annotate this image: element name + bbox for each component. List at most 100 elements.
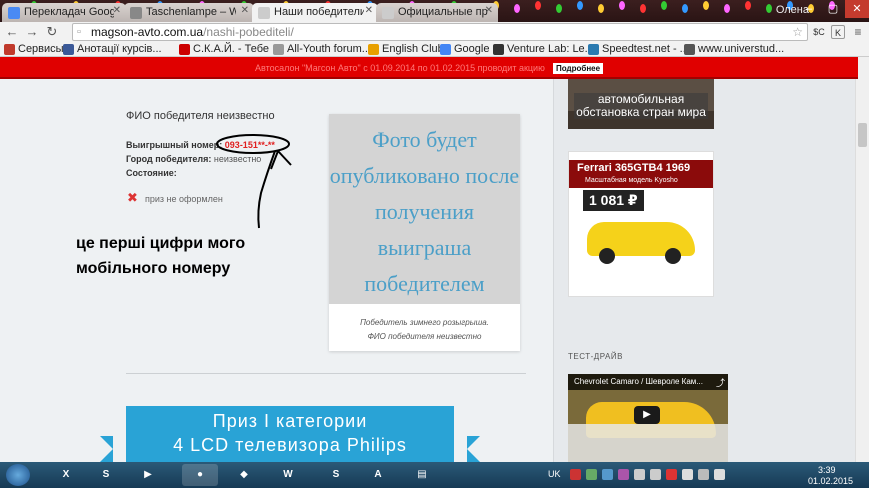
close-window-icon[interactable]: ✕ bbox=[845, 0, 869, 18]
menu-icon[interactable]: ≡ bbox=[851, 25, 865, 39]
page-scrollbar[interactable] bbox=[855, 79, 869, 462]
maximize-icon[interactable]: ▢ bbox=[821, 0, 845, 18]
video-player[interactable]: Chevrolet Camaro / Шевроле Кам... ⤴ ▶ bbox=[568, 374, 728, 462]
bookmark-course-annotations[interactable]: Анотації курсів... bbox=[63, 42, 162, 57]
bookmark-star-icon[interactable]: ☆ bbox=[792, 24, 803, 40]
bookmark-google[interactable]: Google bbox=[440, 42, 489, 57]
taskbar-save[interactable]: S bbox=[88, 464, 124, 486]
taskbar-app[interactable]: ◆ bbox=[226, 464, 262, 486]
close-icon[interactable]: ✕ bbox=[485, 5, 493, 16]
action-center-icon[interactable] bbox=[682, 469, 693, 480]
bookmark-all-youth[interactable]: All-Youth forum... bbox=[273, 42, 371, 57]
ad-ferrari-model[interactable]: Ferrari 365GTB4 1969 Масштабная модель K… bbox=[568, 151, 714, 297]
bookmarks-bar: Сервисы Анотації курсів... С.К.А.Й. - Те… bbox=[0, 42, 869, 57]
taskbar-excel[interactable]: X bbox=[48, 464, 84, 486]
network-icon[interactable] bbox=[698, 469, 709, 480]
tab-official-rules[interactable]: Официальные прав ✕ bbox=[376, 3, 498, 22]
light-bulb bbox=[619, 1, 625, 10]
taskbar-explorer[interactable]: ▤ bbox=[404, 464, 440, 486]
promo-banner: Автосалон "Магсон Авто" с 01.09.2014 по … bbox=[0, 57, 858, 79]
bookmark-venture-lab[interactable]: Venture Lab: Le... bbox=[493, 42, 594, 57]
light-bulb bbox=[535, 1, 541, 10]
site-icon bbox=[63, 44, 74, 55]
excel-icon: X bbox=[62, 469, 70, 480]
bookmark-services[interactable]: Сервисы bbox=[4, 42, 64, 57]
windows-start-button[interactable] bbox=[6, 464, 30, 486]
page-info-icon[interactable]: ▫ bbox=[77, 24, 81, 40]
site-icon bbox=[588, 44, 599, 55]
folder-icon: ▤ bbox=[417, 469, 427, 480]
volume-icon[interactable] bbox=[714, 469, 725, 480]
hand-written-annotation: це перші цифри мого мобільного номеру bbox=[76, 235, 246, 277]
bookmark-english-club[interactable]: English Club bbox=[368, 42, 444, 57]
bookmark-speedtest[interactable]: Speedtest.net - ... bbox=[588, 42, 689, 57]
reload-icon[interactable]: ↻ bbox=[44, 24, 60, 40]
tray-icon[interactable] bbox=[650, 469, 661, 480]
word-icon: W bbox=[283, 469, 293, 480]
google-icon bbox=[440, 44, 451, 55]
tab-taschenlampe[interactable]: Taschenlampe – Wi ✕ bbox=[124, 3, 254, 22]
photo-caption-line-1: Победитель зимнего розыгрыша. bbox=[360, 318, 489, 327]
taskbar-skype[interactable]: S bbox=[318, 464, 354, 486]
close-icon[interactable]: ✕ bbox=[241, 5, 249, 16]
ad-price: 1 081 ₽ bbox=[583, 190, 644, 211]
prize-description: 4 LCD телевизора Philips bbox=[173, 435, 407, 455]
clock-date[interactable]: 01.02.2015 bbox=[808, 476, 853, 486]
taskbar-chrome[interactable]: ● bbox=[182, 464, 218, 486]
back-arrow-icon[interactable]: ← bbox=[4, 24, 20, 40]
tab-label: Taschenlampe – Wi bbox=[146, 6, 236, 18]
car-wheel bbox=[665, 248, 681, 264]
close-icon[interactable]: ✕ bbox=[113, 5, 121, 16]
section-divider bbox=[126, 373, 526, 374]
tray-icon[interactable] bbox=[666, 469, 677, 480]
ad-banner-world-roads[interactable]: автомобильная обстановка стран мира bbox=[568, 79, 714, 129]
minimize-icon[interactable]: – bbox=[797, 0, 821, 18]
tab-winners[interactable]: Наши победители ✕ bbox=[252, 3, 378, 22]
bookmark-universtud[interactable]: www.universtud... bbox=[684, 42, 784, 57]
language-indicator[interactable]: UK bbox=[548, 469, 561, 479]
close-icon[interactable]: ✕ bbox=[365, 5, 373, 16]
skype-icon: S bbox=[332, 469, 340, 480]
light-bulb bbox=[514, 4, 520, 13]
tray-icon[interactable] bbox=[586, 469, 597, 480]
scrollbar-thumb[interactable] bbox=[858, 123, 867, 147]
ad-subtitle: Масштабная модель Kyosho bbox=[585, 177, 678, 184]
photo-caption-line-2: ФИО победителя неизвестно bbox=[367, 332, 482, 341]
light-bulb bbox=[766, 4, 772, 13]
test-drive-heading: ТЕСТ-ДРАЙВ bbox=[568, 352, 623, 361]
tab-google-translate[interactable]: Перекладач Google ✕ bbox=[2, 3, 126, 22]
taskbar-acrobat[interactable]: A bbox=[360, 464, 396, 486]
address-bar[interactable]: ▫ magson-avto.com.ua/nashi-pobediteli/ ☆ bbox=[72, 23, 808, 41]
tray-icon[interactable] bbox=[634, 469, 645, 480]
tray-icon[interactable] bbox=[570, 469, 581, 480]
taskbar-media-player[interactable]: ▶ bbox=[130, 464, 166, 486]
app-icon: ◆ bbox=[240, 469, 248, 480]
state-line: Состояние: bbox=[126, 168, 177, 178]
photo-placeholder: Фото будет опубликовано после получения … bbox=[329, 114, 520, 304]
bookmark-skai[interactable]: С.К.А.Й. - Тебе ... bbox=[179, 42, 281, 57]
forward-arrow-icon[interactable]: → bbox=[24, 24, 40, 40]
play-button[interactable]: ▶ bbox=[634, 406, 660, 424]
tab-label: Наши победители bbox=[274, 6, 364, 18]
chrome-icon: ● bbox=[196, 469, 204, 480]
light-bulb bbox=[661, 1, 667, 10]
tray-icon[interactable] bbox=[602, 469, 613, 480]
extension-k-icon[interactable]: K bbox=[831, 25, 845, 39]
car-wheel bbox=[599, 248, 615, 264]
google-translate-icon bbox=[8, 7, 20, 19]
extension-dollar-icon[interactable]: $C bbox=[812, 25, 826, 39]
tray-icon[interactable] bbox=[618, 469, 629, 480]
site-icon bbox=[684, 44, 695, 55]
cross-icon: ✖ bbox=[127, 190, 138, 205]
share-icon[interactable]: ⤴ bbox=[716, 376, 725, 389]
video-title[interactable]: Chevrolet Camaro / Шевроле Кам... bbox=[568, 374, 728, 390]
web-page: ФИО победителя неизвестно Выигрышный ном… bbox=[0, 79, 855, 462]
taskbar-word[interactable]: W bbox=[270, 464, 306, 486]
floppy-icon: S bbox=[102, 469, 110, 480]
sidebar: автомобильная обстановка стран мира Ferr… bbox=[553, 79, 855, 462]
more-details-button[interactable]: Подробнее bbox=[553, 63, 604, 74]
clock-time[interactable]: 3:39 bbox=[818, 465, 836, 475]
ribbon-fold-left bbox=[100, 436, 113, 462]
winner-photo-card: Фото будет опубликовано после получения … bbox=[329, 114, 520, 351]
photo-caption: Победитель зимнего розыгрыша. ФИО победи… bbox=[329, 316, 520, 344]
